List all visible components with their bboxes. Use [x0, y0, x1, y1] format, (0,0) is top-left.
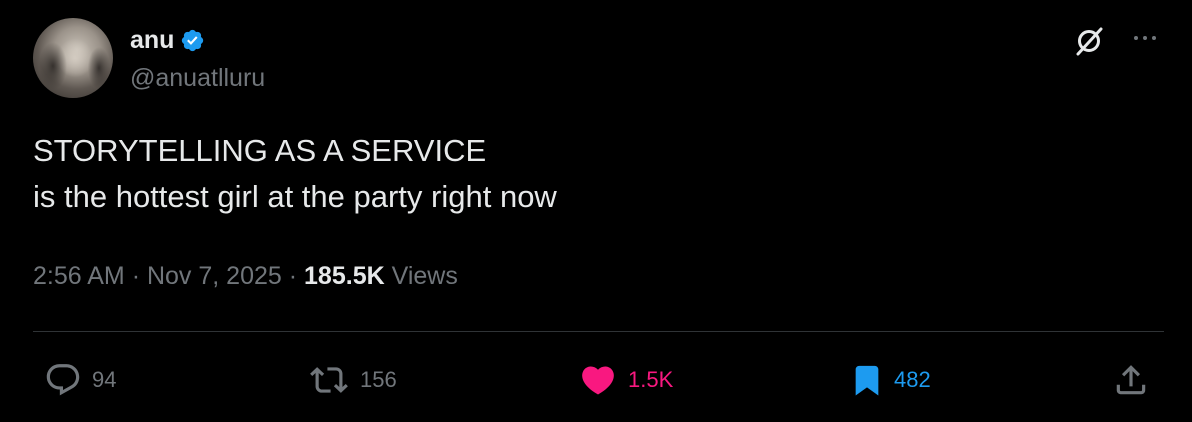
bookmark-button[interactable]: 482 [850, 360, 931, 400]
reply-icon [44, 361, 82, 399]
retweet-icon [308, 361, 350, 399]
like-count: 1.5K [628, 367, 674, 392]
views-label: Views [391, 262, 458, 290]
meta-separator: · [288, 262, 298, 290]
verified-badge-icon[interactable] [180, 28, 205, 53]
meta-separator: · [131, 262, 141, 290]
author-name[interactable]: anu [130, 24, 174, 56]
tweet-time[interactable]: 2:56 AM [33, 262, 125, 290]
divider [33, 331, 1164, 332]
tweet-text-line-1: STORYTELLING AS A SERVICE [33, 133, 487, 168]
tweet-text: STORYTELLING AS A SERVICE is the hottest… [33, 128, 557, 220]
grok-icon[interactable] [1072, 24, 1106, 58]
more-dot [1143, 36, 1147, 40]
share-button[interactable] [1112, 360, 1150, 400]
more-dot [1152, 36, 1156, 40]
reply-count: 94 [92, 367, 117, 392]
avatar[interactable] [33, 18, 113, 98]
views-count[interactable]: 185.5K [304, 262, 385, 290]
more-dot [1134, 36, 1138, 40]
tweet-text-line-2: is the hottest girl at the party right n… [33, 179, 557, 214]
heart-icon [578, 361, 618, 399]
like-button[interactable]: 1.5K [578, 360, 673, 400]
retweet-count: 156 [360, 367, 397, 392]
share-icon [1112, 361, 1150, 399]
author-handle[interactable]: @anuatlluru [130, 62, 265, 94]
avatar-image [33, 18, 113, 98]
tweet-card: anu @anuatlluru STORYTELLING AS A SERVIC… [0, 0, 1192, 422]
tweet-date[interactable]: Nov 7, 2025 [147, 262, 282, 290]
tweet-meta: 2:56 AM · Nov 7, 2025 · 185.5K Views [33, 258, 458, 294]
more-options-icon[interactable] [1128, 28, 1162, 48]
retweet-button[interactable]: 156 [308, 360, 397, 400]
reply-button[interactable]: 94 [44, 360, 116, 400]
bookmark-icon [850, 360, 884, 400]
author-name-row: anu [130, 24, 205, 56]
bookmark-count: 482 [894, 367, 931, 392]
